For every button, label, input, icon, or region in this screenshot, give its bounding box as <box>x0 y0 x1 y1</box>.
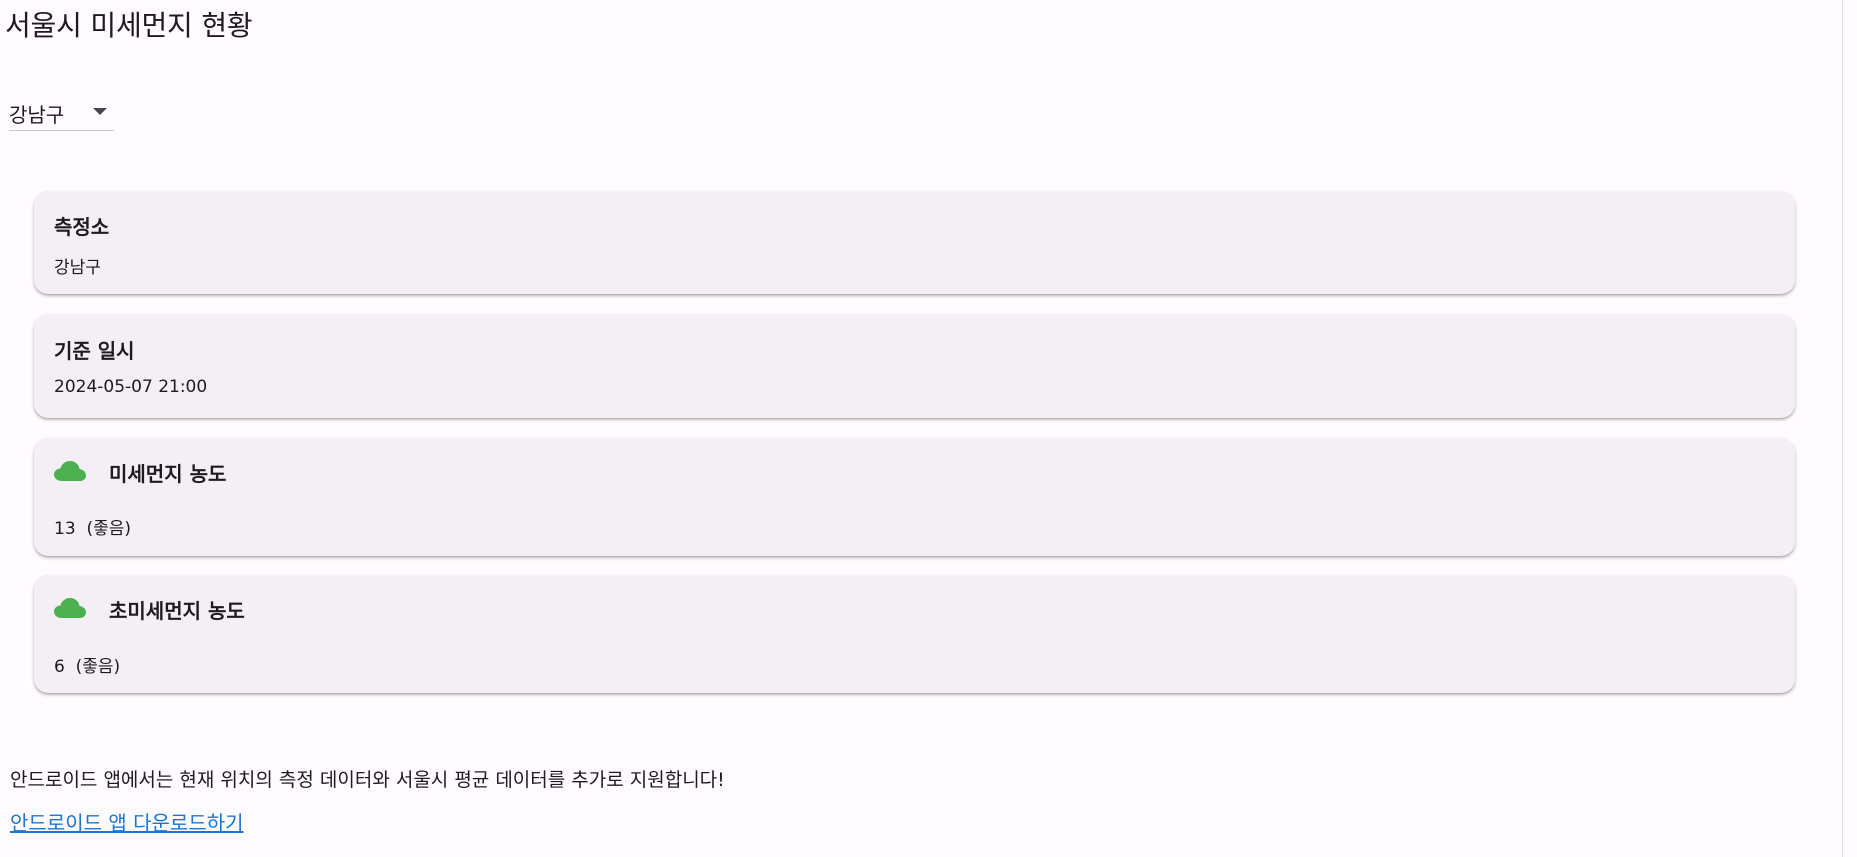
datetime-card-title: 기준 일시 <box>54 339 135 363</box>
pm10-card: 미세먼지 농도 13 (좋음) <box>34 438 1795 556</box>
station-card-value: 강남구 <box>54 258 101 278</box>
cloud-icon <box>54 461 86 481</box>
chevron-down-icon <box>93 108 107 115</box>
android-app-notice: 안드로이드 앱에서는 현재 위치의 측정 데이터와 서울시 평균 데이터를 추가… <box>10 769 725 791</box>
page: 서울시 미세먼지 현황 강남구 측정소 강남구 기준 일시 2024-05-07… <box>0 0 1857 857</box>
station-card-title: 측정소 <box>54 215 110 239</box>
district-select[interactable]: 강남구 <box>9 93 114 131</box>
pm25-card-title: 초미세먼지 농도 <box>109 599 245 623</box>
pm10-card-title: 미세먼지 농도 <box>109 462 227 486</box>
cloud-icon <box>54 598 86 618</box>
station-card: 측정소 강남구 <box>34 191 1795 294</box>
pm10-card-value: 13 (좋음) <box>54 519 131 539</box>
datetime-card: 기준 일시 2024-05-07 21:00 <box>34 314 1795 418</box>
datetime-card-value: 2024-05-07 21:00 <box>54 377 208 397</box>
pm25-card: 초미세먼지 농도 6 (좋음) <box>34 575 1795 693</box>
page-title: 서울시 미세먼지 현황 <box>5 9 253 42</box>
pm25-card-value: 6 (좋음) <box>54 657 121 677</box>
android-app-download-link[interactable]: 안드로이드 앱 다운로드하기 <box>10 807 244 836</box>
district-select-value: 강남구 <box>9 103 65 127</box>
scrollbar[interactable] <box>1842 0 1857 857</box>
